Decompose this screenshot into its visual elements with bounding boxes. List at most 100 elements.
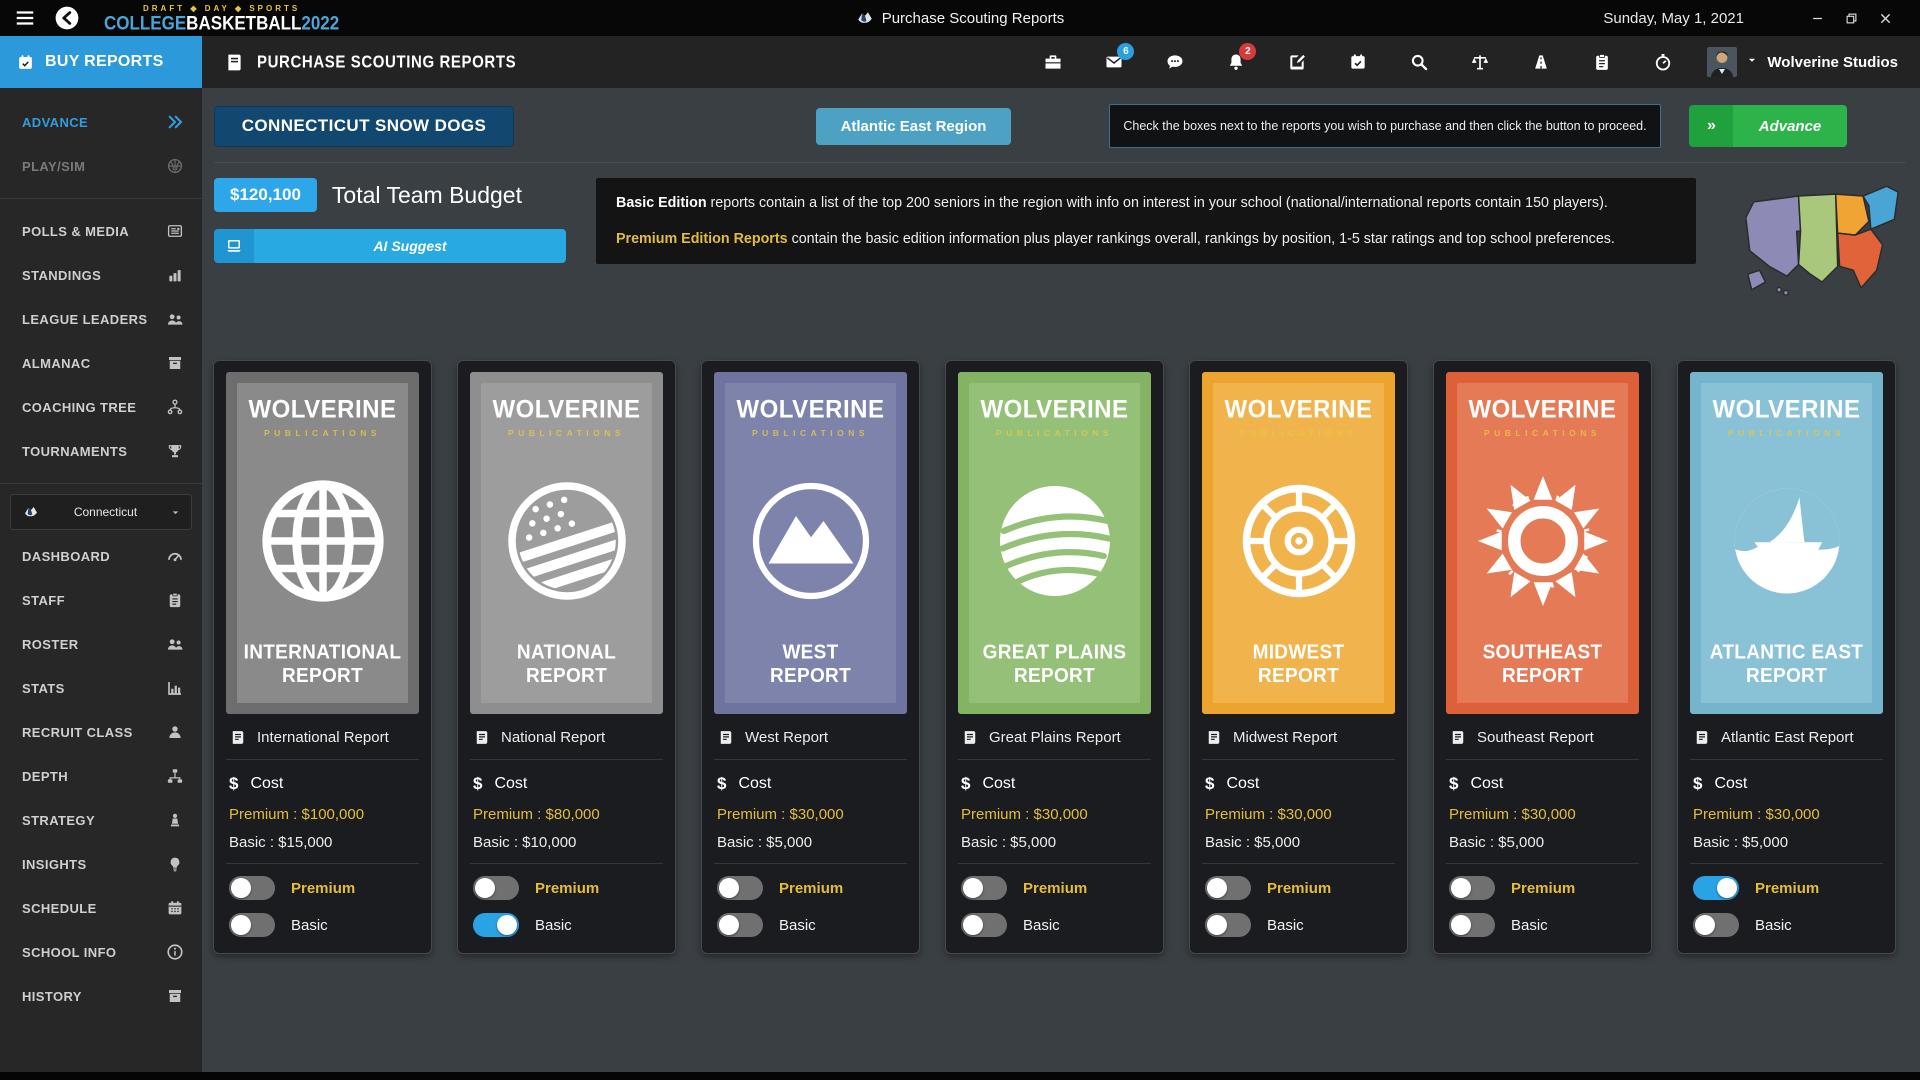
- sidebar-item-label: STRATEGY: [22, 813, 95, 828]
- report-card: WOLVERINE PUBLICATIONS WEST REPORT West …: [702, 361, 919, 953]
- ai-suggest-button[interactable]: AI Suggest: [214, 229, 566, 263]
- sidebar-item[interactable]: DASHBOARD: [0, 534, 202, 578]
- basic-toggle[interactable]: [717, 913, 763, 937]
- report-icon: [1693, 728, 1711, 747]
- back-icon[interactable]: [54, 5, 80, 31]
- basic-toggle[interactable]: [961, 913, 1007, 937]
- sidebar-item[interactable]: STANDINGS: [0, 253, 202, 297]
- premium-toggle[interactable]: [1693, 876, 1739, 900]
- sidebar-item[interactable]: STATS: [0, 666, 202, 710]
- publisher-name: WOLVERINE: [248, 395, 396, 424]
- basic-toggle[interactable]: [1449, 913, 1495, 937]
- sidebar-item-label: COACHING TREE: [22, 400, 136, 415]
- basic-toggle-label: Basic: [1755, 917, 1792, 934]
- premium-toggle[interactable]: [229, 876, 275, 900]
- report-icon: [717, 728, 735, 747]
- region-chip[interactable]: Atlantic East Region: [816, 108, 1011, 145]
- bulb-icon: [166, 855, 184, 873]
- report-name: Southeast Report: [1477, 729, 1594, 746]
- report-name-row: Midwest Report: [1202, 714, 1395, 759]
- premium-toggle-label: Premium: [1023, 880, 1087, 897]
- premium-toggle[interactable]: [717, 876, 763, 900]
- premium-toggle[interactable]: [473, 876, 519, 900]
- report-cards: WOLVERINE PUBLICATIONS INTERNATIONAL REP…: [214, 361, 1906, 953]
- premium-cost: Premium : $30,000: [1693, 806, 1880, 823]
- sidebar-item[interactable]: ROSTER: [0, 622, 202, 666]
- premium-cost: Premium : $100,000: [229, 806, 416, 823]
- advance-button[interactable]: » Advance: [1689, 105, 1847, 147]
- gauge-icon: [166, 547, 184, 565]
- report-icon: [229, 728, 247, 747]
- publisher-name: WOLVERINE: [492, 395, 640, 424]
- dollar-icon: $: [473, 774, 482, 794]
- sidebar-item[interactable]: DEPTH: [0, 754, 202, 798]
- sidebar-item[interactable]: TOURNAMENTS: [0, 429, 202, 473]
- buy-reports-header[interactable]: BUY REPORTS: [0, 36, 202, 88]
- report-cover: WOLVERINE PUBLICATIONS ATLANTIC EAST REP…: [1690, 372, 1883, 714]
- sidebar-item[interactable]: LEAGUE LEADERS: [0, 297, 202, 341]
- main-content: CONNECTICUT SNOW DOGS Atlantic East Regi…: [202, 88, 1920, 1072]
- basic-toggle[interactable]: [1205, 913, 1251, 937]
- user-menu[interactable]: Wolverine Studios: [1707, 47, 1898, 77]
- sidebar-item-label: STAFF: [22, 593, 65, 608]
- chart-icon: [166, 679, 184, 697]
- report-name: International Report: [257, 729, 389, 746]
- globe-icon: [248, 466, 398, 616]
- sidebar-item[interactable]: STRATEGY: [0, 798, 202, 842]
- instruction-box: Check the boxes next to the reports you …: [1109, 104, 1661, 148]
- window-title: Purchase Scouting Reports: [882, 10, 1065, 27]
- sidebar-item-label: DEPTH: [22, 769, 68, 784]
- divider: [0, 198, 202, 199]
- restore-icon[interactable]: [1834, 4, 1868, 32]
- sidebar-item[interactable]: PLAY/SIM: [0, 144, 202, 188]
- dollar-icon: $: [961, 774, 970, 794]
- report-name: Midwest Report: [1233, 729, 1337, 746]
- sidebar-item[interactable]: INSIGHTS: [0, 842, 202, 886]
- premium-toggle[interactable]: [961, 876, 1007, 900]
- report-name-row: West Report: [714, 714, 907, 759]
- publisher-name: WOLVERINE: [1468, 395, 1616, 424]
- basic-toggle[interactable]: [473, 913, 519, 937]
- team-selector-dropdown[interactable]: Connecticut: [10, 494, 192, 530]
- premium-toggle[interactable]: [1449, 876, 1495, 900]
- app-logo: DRAFT ◆ DAY ◆ SPORTS COLLEGEBASKETBALL20…: [104, 5, 339, 32]
- sidebar-item[interactable]: SCHOOL INFO: [0, 930, 202, 974]
- sidebar-item[interactable]: STAFF: [0, 578, 202, 622]
- sidebar-item-label: TOURNAMENTS: [22, 444, 127, 459]
- sidebar-item-label: LEAGUE LEADERS: [22, 312, 148, 327]
- sidebar-item[interactable]: SCHEDULE: [0, 886, 202, 930]
- report-cover: WOLVERINE PUBLICATIONS INTERNATIONAL REP…: [226, 372, 419, 714]
- sidebar-item[interactable]: ALMANAC: [0, 341, 202, 385]
- people-icon: [166, 635, 184, 653]
- book-icon: [224, 52, 245, 73]
- minimize-icon[interactable]: [1800, 4, 1834, 32]
- sidebar-item[interactable]: RECRUIT CLASS: [0, 710, 202, 754]
- toggle-section: Premium Basic: [226, 864, 419, 943]
- close-icon[interactable]: [1868, 4, 1902, 32]
- publisher-subtitle: PUBLICATIONS: [1728, 428, 1845, 438]
- buy-reports-label: BUY REPORTS: [45, 53, 164, 71]
- toggle-section: Premium Basic: [470, 864, 663, 943]
- budget-label: Total Team Budget: [332, 182, 522, 209]
- sidebar-item[interactable]: COACHING TREE: [0, 385, 202, 429]
- report-name-row: Southeast Report: [1446, 714, 1639, 759]
- report-cover: WOLVERINE PUBLICATIONS GREAT PLAINS REPO…: [958, 372, 1151, 714]
- basic-toggle[interactable]: [229, 913, 275, 937]
- report-card: WOLVERINE PUBLICATIONS GREAT PLAINS REPO…: [946, 361, 1163, 953]
- edit-icon: [1287, 52, 1307, 72]
- report-card: WOLVERINE PUBLICATIONS MIDWEST REPORT Mi…: [1190, 361, 1407, 953]
- menu-icon[interactable]: [14, 7, 36, 29]
- plains-icon: [980, 466, 1130, 616]
- sidebar-item[interactable]: POLLS & MEDIA: [0, 209, 202, 253]
- sun-icon: [1468, 466, 1618, 616]
- wolverine-logo-icon: [856, 9, 874, 27]
- team-selector-label: Connecticut: [51, 505, 160, 519]
- sidebar-item[interactable]: HISTORY: [0, 974, 202, 1018]
- notification-badge: 2: [1239, 43, 1256, 60]
- sidebar-item-label: PLAY/SIM: [22, 159, 85, 174]
- sidebar-item[interactable]: ADVANCE: [0, 100, 202, 144]
- premium-toggle[interactable]: [1205, 876, 1251, 900]
- report-icon: [473, 728, 491, 747]
- basic-toggle[interactable]: [1693, 913, 1739, 937]
- laptop-icon: [225, 237, 243, 255]
